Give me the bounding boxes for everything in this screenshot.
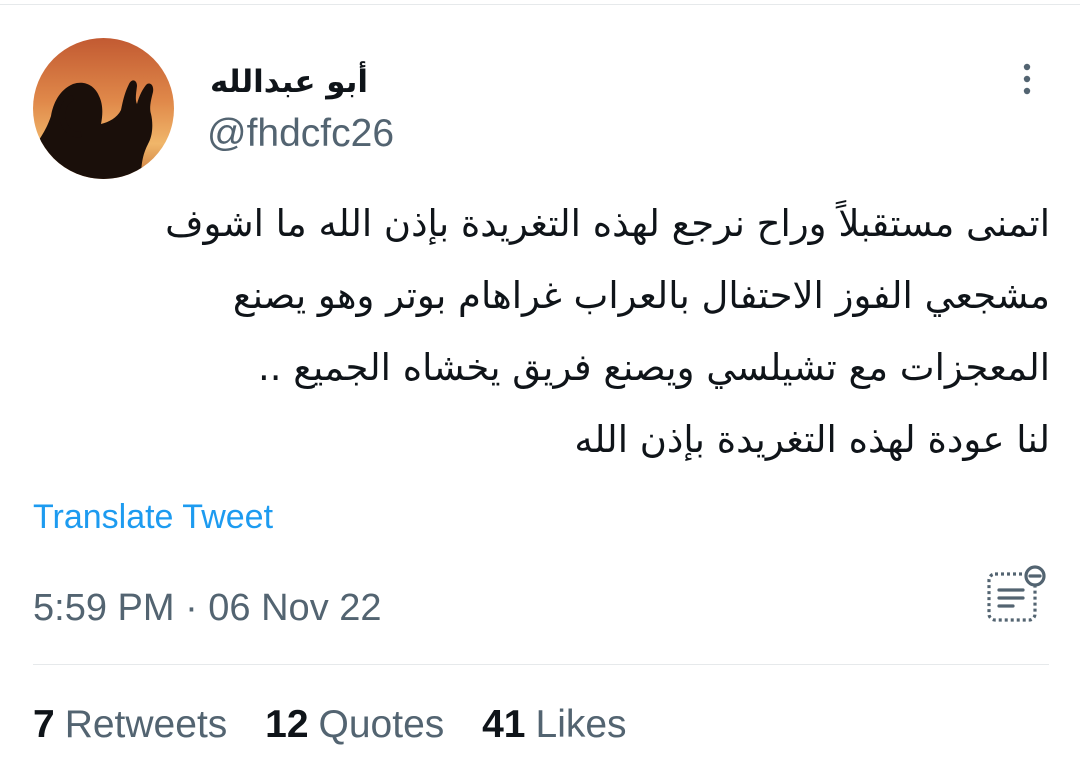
retweets-stat[interactable]: 7 Retweets: [33, 703, 227, 746]
quotes-count: 12: [265, 703, 309, 746]
retweets-label: Retweets: [64, 703, 228, 746]
likes-count: 41: [482, 703, 526, 746]
more-options-button[interactable]: [1012, 58, 1042, 100]
likes-stat[interactable]: 41 Likes: [482, 703, 626, 746]
user-handle[interactable]: @fhdcfc26: [207, 112, 394, 156]
translate-tweet-link[interactable]: Translate Tweet: [33, 498, 273, 537]
tweet-line: مشجعي الفوز الاحتفال بالعراب غراهام بوتر…: [232, 274, 1050, 317]
tweet-line: لنا عودة لهذه التغريدة بإذن الله: [574, 418, 1050, 461]
tweet-stats: 7 Retweets 12 Quotes 41 Likes: [33, 703, 654, 747]
tweet-text: اتمنى مستقبلاً وراح نرجع لهذه التغريدة ب…: [28, 188, 1050, 476]
tweet-line: المعجزات مع تشيلسي ويصنع فريق يخشاه الجم…: [257, 346, 1050, 389]
display-name[interactable]: أبو عبدالله: [210, 64, 368, 100]
avatar-image: [33, 38, 174, 179]
quotes-stat[interactable]: 12 Quotes: [265, 703, 444, 746]
tweet-line: اتمنى مستقبلاً وراح نرجع لهذه التغريدة ب…: [165, 202, 1050, 245]
notes-minus-icon: [987, 565, 1046, 622]
avatar[interactable]: [33, 38, 174, 179]
stats-divider: [33, 664, 1049, 665]
tweet-timestamp[interactable]: 5:59 PM · 06 Nov 22: [33, 587, 382, 630]
vertical-dots-icon: [1023, 63, 1031, 95]
retweets-count: 7: [33, 703, 55, 746]
notes-button[interactable]: [983, 564, 1047, 624]
likes-label: Likes: [535, 703, 627, 746]
quotes-label: Quotes: [318, 703, 445, 746]
top-divider: [0, 4, 1080, 5]
